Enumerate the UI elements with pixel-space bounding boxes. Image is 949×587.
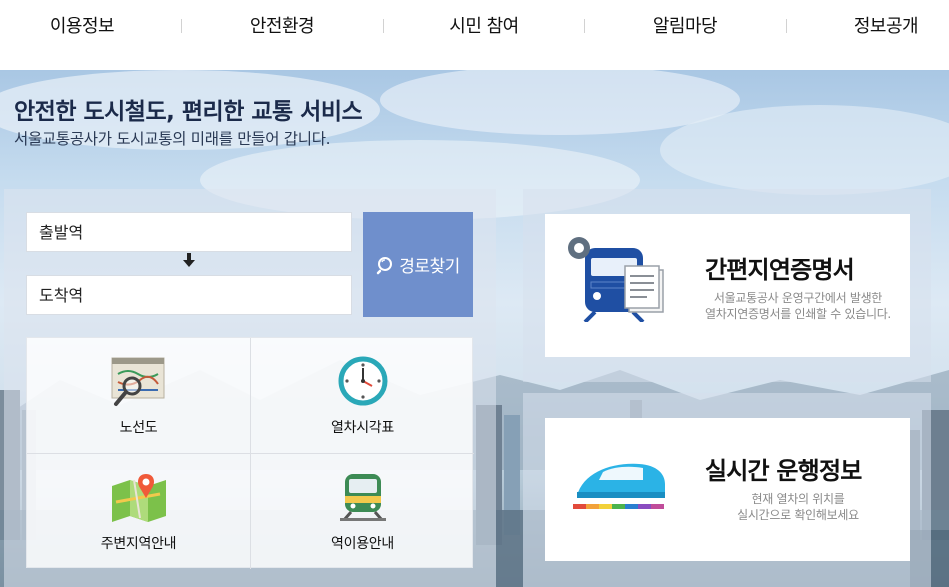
delay-certificate-desc-line1: 서울교통공사 운영구간에서 발생한 xyxy=(713,291,883,305)
delay-certificate-card[interactable]: 간편지연증명서 서울교통공사 운영구간에서 발생한 열차지연증명서를 인쇄할 수… xyxy=(545,214,910,357)
route-search-button[interactable]: 경로찾기 xyxy=(363,212,473,317)
quick-link-label: 역이용안내 xyxy=(331,536,394,552)
search-icon xyxy=(376,256,393,274)
nav-item-usage-info[interactable]: 이용정보 xyxy=(32,12,132,42)
nav-item-citizen[interactable]: 시민 참여 xyxy=(434,12,534,42)
top-navigation: 이용정보 안전환경 시민 참여 알림마당 정보공개 xyxy=(0,0,949,70)
realtime-info-panel: 실시간 운행정보 현재 열차의 위치를 실시간으로 확인해보세요 xyxy=(523,393,931,587)
quick-link-label: 열차시각표 xyxy=(331,420,394,436)
nav-separator xyxy=(786,19,787,33)
nav-separator xyxy=(584,19,585,33)
nav-item-disclosure[interactable]: 정보공개 xyxy=(836,12,936,42)
route-map-icon xyxy=(111,357,164,406)
realtime-info-desc-line2: 실시간으로 확인해보세요 xyxy=(737,508,859,522)
clock-icon xyxy=(338,356,387,406)
delay-certificate-desc-line2: 열차지연증명서를 인쇄할 수 있습니다. xyxy=(705,307,891,321)
arrival-station-input[interactable] xyxy=(26,275,352,315)
nav-separator xyxy=(181,19,182,33)
quick-link-grid: 노선도 열차시각표 주변지역안내 역이용안내 xyxy=(26,337,474,569)
quick-link-station-guide[interactable]: 역이용안내 xyxy=(251,454,474,569)
realtime-info-title: 실시간 운행정보 xyxy=(705,457,862,485)
nav-item-safety[interactable]: 안전환경 xyxy=(232,12,332,42)
arrow-down-icon xyxy=(183,253,195,267)
quick-link-label: 주변지역안내 xyxy=(100,536,177,552)
nav-separator xyxy=(383,19,384,33)
nav-item-notice[interactable]: 알림마당 xyxy=(635,12,735,42)
quick-link-timetable[interactable]: 열차시각표 xyxy=(251,338,474,453)
hero-subline: 서울교통공사가 도시교통의 미래를 만들어 갑니다. xyxy=(14,130,331,148)
quick-link-route-map[interactable]: 노선도 xyxy=(27,338,250,453)
departure-station-input[interactable] xyxy=(26,212,352,252)
delay-certificate-title: 간편지연증명서 xyxy=(705,256,855,284)
quick-link-label: 노선도 xyxy=(119,420,158,436)
hero-headline: 안전한 도시철도, 편리한 교통 서비스 xyxy=(14,99,363,125)
delay-certificate-panel: 간편지연증명서 서울교통공사 운영구간에서 발생한 열차지연증명서를 인쇄할 수… xyxy=(523,189,931,382)
quick-link-area-guide[interactable]: 주변지역안내 xyxy=(27,454,250,569)
bullet-train-icon xyxy=(573,463,665,509)
route-search-label: 경로찾기 xyxy=(399,257,460,277)
realtime-info-desc-line1: 현재 열차의 위치를 xyxy=(751,492,845,506)
realtime-info-card[interactable]: 실시간 운행정보 현재 열차의 위치를 실시간으로 확인해보세요 xyxy=(545,418,910,561)
map-pin-icon xyxy=(111,474,166,522)
train-front-icon xyxy=(339,474,386,521)
train-document-icon xyxy=(568,237,664,322)
